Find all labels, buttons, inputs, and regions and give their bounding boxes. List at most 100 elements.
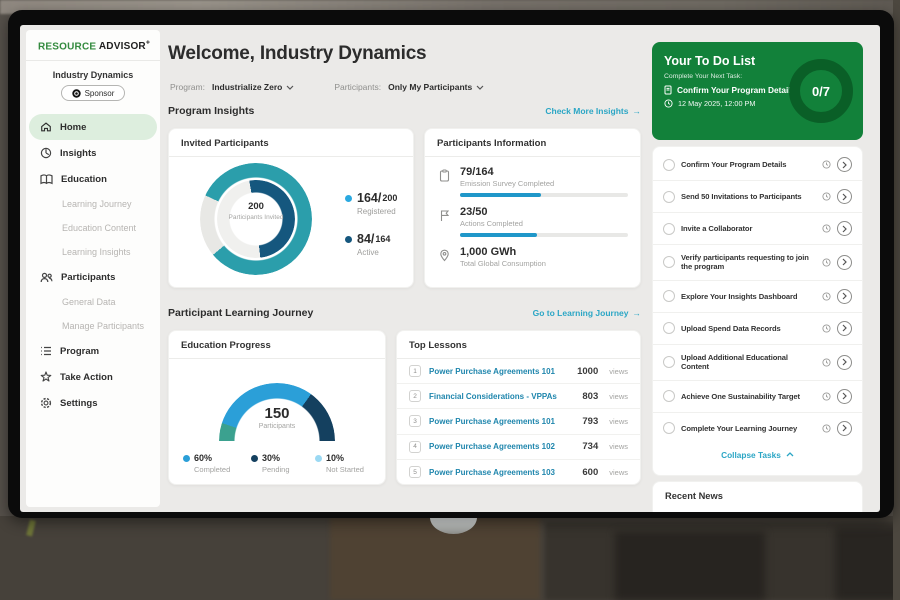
task-checkbox[interactable] [663,422,675,434]
stat-actions-completed: 23/50 Actions Completed [425,197,640,237]
task-chevron-button[interactable] [837,421,852,436]
sidebar-item-label: Learning Insights [62,247,131,257]
logo-secondary: ADVISOR+ [99,41,150,52]
sidebar-item-program[interactable]: Program [26,338,160,364]
lesson-link[interactable]: Power Purchase Agreements 102 [429,442,574,451]
todo-task-row[interactable]: Invite a Collaborator [653,213,862,245]
todo-task-row[interactable]: Complete Your Learning Journey [653,413,862,444]
sidebar-item-participants[interactable]: Participants [26,264,160,290]
clock-icon [822,324,831,333]
legend-completed: 60% Completed [183,453,230,474]
task-checkbox[interactable] [663,356,675,368]
task-chevron-button[interactable] [837,321,852,336]
todo-task-row[interactable]: Upload Additional Educational Content [653,345,862,381]
participants-information-card: Participants Information 79/164 Emission… [424,128,641,288]
sidebar-item-general-data[interactable]: General Data [26,290,160,314]
gauge-value: 150 [219,405,335,422]
clock-icon [822,358,831,367]
lesson-link[interactable]: Power Purchase Agreements 101 [429,417,574,426]
task-checkbox[interactable] [663,256,675,268]
sidebar-item-education[interactable]: Education [26,166,160,192]
lesson-row[interactable]: 2 Financial Considerations - VPPAs 803 v… [397,384,640,409]
todo-task-row[interactable]: Verify participants requesting to join t… [653,245,862,281]
screen: RESOURCE ADVISOR+ Industry Dynamics Spon… [20,25,880,512]
education-progress-card: Education Progress 150 Participants 60% … [168,330,386,485]
task-chevron-button[interactable] [837,189,852,204]
sidebar-item-manage-participants[interactable]: Manage Participants [26,314,160,338]
recent-news-title: Recent News [653,482,862,510]
task-checkbox[interactable] [663,223,675,235]
task-chevron-button[interactable] [837,221,852,236]
todo-task-row[interactable]: Upload Spend Data Records [653,313,862,345]
todo-task-row[interactable]: Confirm Your Program Details [653,149,862,181]
program-filter-select[interactable]: Industrialize Zero [212,82,294,92]
participants-filter-select[interactable]: Only My Participants [388,82,484,92]
task-checkbox[interactable] [663,159,675,171]
lesson-row[interactable]: 4 Power Purchase Agreements 102 734 view… [397,435,640,460]
chevron-down-icon [476,85,484,90]
lesson-row[interactable]: 5 Power Purchase Agreements 103 600 view… [397,460,640,485]
lesson-link[interactable]: Power Purchase Agreements 101 [429,367,569,376]
task-checkbox[interactable] [663,322,675,334]
top-lessons-card: Top Lessons 1 Power Purchase Agreements … [396,330,641,485]
clock-icon [822,258,831,267]
todo-task-row[interactable]: Send 50 Invitations to Participants [653,181,862,213]
sidebar-item-label: Participants [61,272,115,283]
task-chevron-button[interactable] [837,157,852,172]
task-chevron-button[interactable] [837,355,852,370]
background-edge [893,0,900,600]
check-more-insights-link[interactable]: Check More Insights → [545,106,641,116]
sidebar-item-home[interactable]: Home [29,114,157,140]
lesson-row[interactable]: 3 Power Purchase Agreements 101 793 view… [397,409,640,434]
invited-total: 200 [226,201,286,212]
collapse-tasks-link[interactable]: Collapse Tasks [653,444,862,466]
progress-track [460,193,628,197]
legend-pending: 30% Pending [251,453,290,474]
todo-task-row[interactable]: Explore Your Insights Dashboard [653,281,862,313]
sidebar-item-take-action[interactable]: Take Action [26,364,160,390]
program-filter-label: Program: [170,82,205,92]
survey-icon [439,166,452,197]
task-checkbox[interactable] [663,191,675,203]
sidebar-item-learning-insights[interactable]: Learning Insights [26,240,160,264]
task-label: Complete Your Learning Journey [681,424,816,433]
task-label: Invite a Collaborator [681,224,816,233]
stat-value: 79/164 [460,166,628,178]
task-chevron-button[interactable] [837,389,852,404]
sidebar-item-label: Settings [60,398,97,409]
clock-icon [822,424,831,433]
sidebar-item-education-content[interactable]: Education Content [26,216,160,240]
todo-progress-count: 0/7 [812,84,830,99]
program-icon [40,346,52,356]
lesson-link[interactable]: Financial Considerations - VPPAs [429,392,574,401]
sidebar-item-insights[interactable]: Insights [26,140,160,166]
consumption-icon [439,246,452,268]
todo-task-row[interactable]: Achieve One Sustainability Target [653,381,862,413]
home-icon [40,121,52,133]
recent-news-card: Recent News [652,481,863,512]
gauge-label: Participants [219,423,335,430]
sidebar-item-label: Take Action [60,372,113,383]
task-checkbox[interactable] [663,290,675,302]
section-title: Program Insights [168,105,254,117]
chevron-up-icon [786,452,794,457]
app-logo: RESOURCE ADVISOR+ [26,30,160,52]
divider [26,60,160,61]
sidebar-item-settings[interactable]: Settings [26,390,160,416]
task-checkbox[interactable] [663,390,675,402]
go-to-learning-journey-link[interactable]: Go to Learning Journey → [533,308,641,318]
task-label: Upload Spend Data Records [681,324,816,333]
card-title: Education Progress [169,331,385,359]
task-chevron-button[interactable] [837,255,852,270]
stat-value: 1,000 GWh [460,246,546,258]
clock-icon [822,392,831,401]
arrow-right-icon: → [633,308,642,318]
legend-dot [345,195,352,202]
sidebar-item-learning-journey[interactable]: Learning Journey [26,192,160,216]
card-title: Top Lessons [397,331,640,359]
sidebar-item-label: Program [60,346,99,357]
lesson-row[interactable]: 1 Power Purchase Agreements 101 1000 vie… [397,359,640,384]
stat-total-consumption: 1,000 GWh Total Global Consumption [425,237,640,268]
task-chevron-button[interactable] [837,289,852,304]
lesson-link[interactable]: Power Purchase Agreements 103 [429,468,574,477]
